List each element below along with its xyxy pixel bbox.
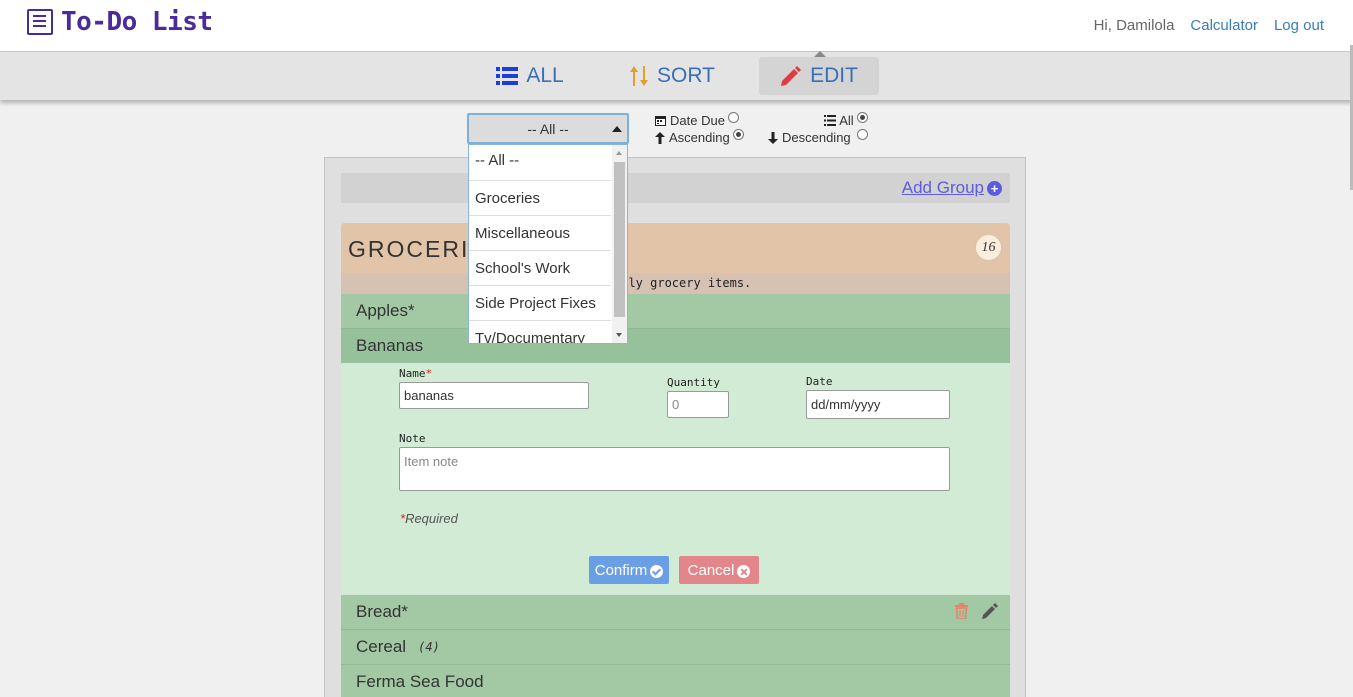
tab-all[interactable]: ALL: [494, 57, 566, 95]
list-item[interactable]: Cereal (4): [341, 630, 1010, 665]
quantity-input[interactable]: 0: [667, 391, 729, 418]
descending-radio[interactable]: [856, 129, 868, 140]
group-name: GROCERI: [348, 236, 470, 262]
tab-edit[interactable]: EDIT: [759, 51, 879, 95]
dropdown-option[interactable]: Tv/Documentary: [469, 321, 611, 344]
group-note: ekly grocery items.: [341, 273, 1010, 294]
scrollbar-thumb[interactable]: [614, 162, 625, 317]
note-placeholder: Item note: [404, 454, 459, 469]
check-circle-icon: [650, 564, 664, 578]
arrow-down-icon: [768, 131, 778, 144]
list-item[interactable]: Bread*: [341, 595, 1010, 630]
dropdown-option[interactable]: -- All --: [469, 145, 611, 181]
confirm-button[interactable]: Confirm: [589, 556, 669, 584]
caret-up-icon: [612, 126, 622, 132]
item-count: (4): [418, 640, 440, 654]
brand[interactable]: To-Do List: [27, 7, 213, 37]
calculator-link[interactable]: Calculator: [1190, 17, 1258, 34]
group-header[interactable]: GROCERI 16: [341, 223, 1010, 273]
tab-edit-label: EDIT: [810, 64, 858, 87]
dropdown-option[interactable]: Groceries: [469, 181, 611, 216]
scroll-down-arrow-icon[interactable]: [616, 333, 622, 337]
sort-scope-options: All Descending: [768, 112, 868, 146]
list-icon: [824, 115, 837, 126]
add-group-label: Add Group: [901, 178, 984, 197]
date-input[interactable]: dd/mm/yyyy: [806, 390, 950, 419]
todo-panel: Add Group + GROCERI 16 ekly grocery item…: [324, 157, 1026, 697]
cancel-button[interactable]: Cancel: [679, 556, 759, 584]
group-count-badge: 16: [975, 234, 1002, 261]
list-item[interactable]: Bananas: [341, 329, 1010, 364]
item-name: Ferma Sea Food: [356, 672, 484, 691]
group-filter-value: -- All --: [527, 120, 569, 137]
item-name: Apples*: [356, 301, 415, 320]
x-circle-icon: [737, 564, 751, 578]
cancel-label: Cancel: [687, 561, 735, 579]
date-due-radio[interactable]: [727, 112, 739, 123]
quantity-label: Quantity: [667, 376, 720, 389]
scroll-up-arrow-icon[interactable]: [616, 151, 622, 155]
date-label: Date: [806, 375, 833, 388]
group-filter-dropdown: -- All -- Groceries Miscellaneous School…: [468, 144, 628, 344]
note-label: Note: [399, 432, 426, 445]
sort-icon: [630, 66, 649, 86]
date-due-label: Date Due: [670, 113, 725, 128]
user-greeting: Hi, Damilola: [1093, 17, 1175, 34]
trash-icon[interactable]: [955, 603, 968, 619]
dropdown-option[interactable]: Side Project Fixes: [469, 286, 611, 321]
ascending-label: Ascending: [669, 130, 730, 145]
list-icon: [496, 67, 519, 85]
ascending-radio[interactable]: [732, 129, 744, 140]
item-actions: [955, 603, 998, 619]
date-placeholder: dd/mm/yyyy: [811, 397, 881, 412]
plus-circle-icon: +: [987, 180, 1002, 196]
name-input-value: bananas: [404, 388, 454, 403]
dropdown-option[interactable]: Miscellaneous: [469, 216, 611, 251]
pencil-icon: [781, 66, 802, 86]
app-title: To-Do List: [61, 7, 213, 37]
tab-all-label: ALL: [526, 64, 564, 87]
arrow-up-icon: [655, 131, 665, 144]
mode-tabbar: ALL SORT EDIT: [0, 51, 1353, 100]
required-note: *Required: [400, 511, 458, 526]
item-name: Bread*: [356, 602, 408, 621]
calendar-icon: [655, 116, 666, 126]
all-label: All: [839, 113, 854, 128]
group-note-text: ekly grocery items.: [614, 276, 752, 290]
user-nav: Hi, Damilola Calculator Log out: [1094, 17, 1324, 34]
add-group-button[interactable]: Add Group +: [902, 178, 1002, 198]
item-name: Bananas: [356, 336, 424, 355]
tab-sort-label: SORT: [657, 64, 715, 87]
quantity-placeholder: 0: [672, 397, 680, 412]
item-name: Cereal: [356, 637, 407, 656]
dropdown-scrollbar[interactable]: [612, 145, 627, 343]
all-radio[interactable]: [856, 112, 868, 123]
list-item[interactable]: Ferma Sea Food: [341, 665, 1010, 697]
top-header: To-Do List Hi, Damilola Calculator Log o…: [0, 0, 1353, 52]
sort-field-options: Date Due Ascending: [655, 112, 744, 146]
add-group-bar: Add Group +: [341, 173, 1010, 203]
dropdown-option[interactable]: School's Work: [469, 251, 611, 286]
tab-sort[interactable]: SORT: [628, 57, 716, 95]
name-label: Name*: [399, 367, 433, 380]
note-textarea[interactable]: Item note: [399, 447, 950, 491]
group-filter-select[interactable]: -- All --: [467, 113, 629, 144]
logout-link[interactable]: Log out: [1274, 17, 1324, 34]
list-item[interactable]: Apples*: [341, 294, 1010, 329]
list-box-icon: [27, 9, 53, 35]
name-input[interactable]: bananas: [399, 382, 589, 409]
confirm-label: Confirm: [594, 561, 648, 579]
descending-label: Descending: [782, 130, 851, 145]
edit-item-form: Name* bananas Quantity 0 Date dd/mm/yyyy…: [341, 363, 1010, 595]
pencil-icon[interactable]: [982, 603, 998, 619]
